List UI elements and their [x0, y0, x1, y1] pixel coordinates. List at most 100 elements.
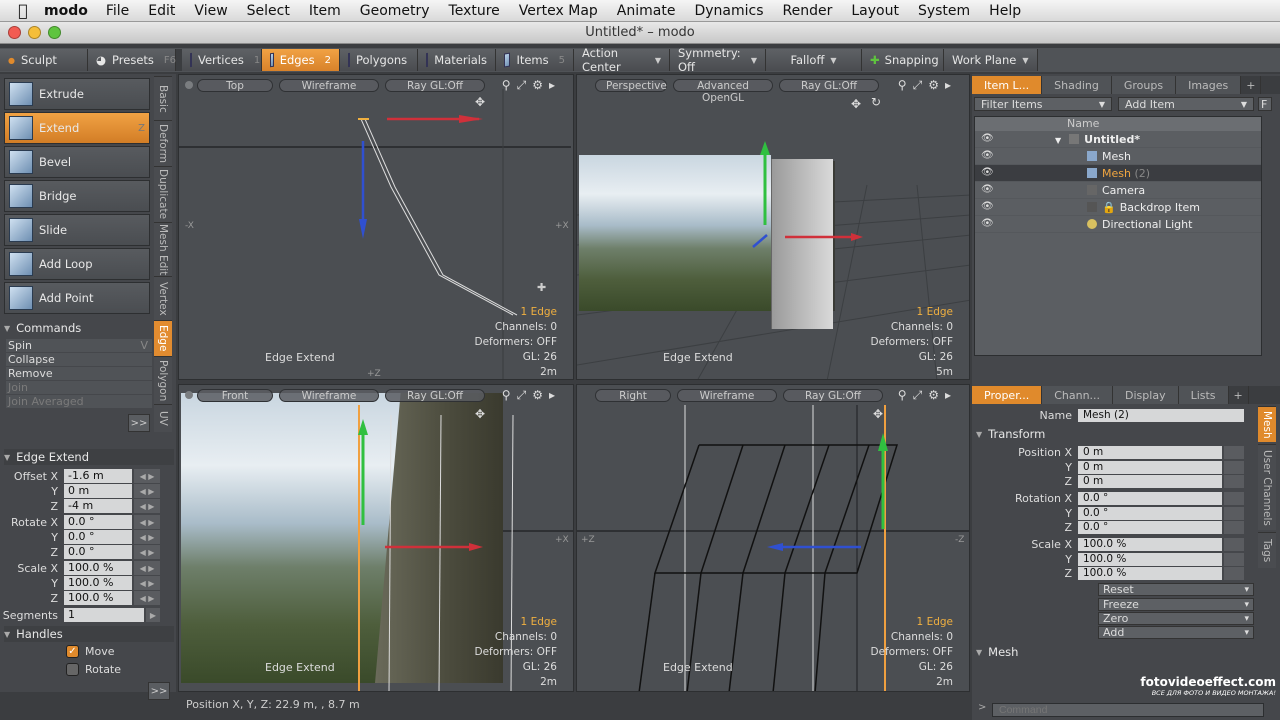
tab-channels[interactable]: Chann... [1042, 386, 1114, 404]
viewport-perspective[interactable]: Perspective Advanced OpenGL Ray GL:Off ⚲… [576, 74, 970, 380]
offset-y-field[interactable]: 0 m [64, 484, 132, 498]
eye-icon[interactable]: 👁 [981, 168, 994, 178]
zero-dropdown[interactable]: Zero [1098, 612, 1254, 625]
eye-icon[interactable]: 👁 [981, 151, 994, 161]
tab-deform[interactable]: Deform [154, 120, 172, 166]
presets-tab[interactable]: ◕ Presets F6 [88, 49, 176, 71]
menu-system[interactable]: System [918, 3, 970, 19]
mesh-section-header[interactable]: ▼ Mesh [976, 644, 1124, 660]
tab-images[interactable]: Images [1176, 76, 1242, 94]
bridge-tool-button[interactable]: Bridge [4, 180, 150, 212]
raygl-dropdown[interactable]: Ray GL:Off [385, 78, 485, 92]
commands-section-header[interactable]: ▼ Commands [4, 320, 152, 336]
spinner-icon[interactable]: ◀ ▶ [134, 576, 160, 590]
move-handle-icon[interactable]: ✥ [873, 407, 883, 421]
menu-file[interactable]: File [106, 3, 129, 19]
tab-mesh-vertical[interactable]: Mesh [1258, 406, 1276, 442]
scale-y-field[interactable]: 100.0 % [64, 576, 132, 590]
rotate-z-field[interactable]: 0.0 ° [64, 545, 132, 559]
menu-edit[interactable]: Edit [148, 3, 175, 19]
menu-layout[interactable]: Layout [851, 3, 899, 19]
add-item-dropdown[interactable]: Add Item ▼ [1118, 97, 1254, 111]
more-properties-button[interactable]: >> [148, 682, 170, 700]
tree-row-backdrop[interactable]: 👁 🔒 Backdrop Item [975, 199, 1261, 216]
tab-basic[interactable]: Basic [154, 76, 172, 120]
scale-x-field[interactable]: 100.0 % [64, 561, 132, 575]
edges-mode-button[interactable]: Edges 2 [262, 49, 340, 71]
items-mode-button[interactable]: Items 5 [496, 49, 574, 71]
rotate-y-field[interactable]: 0.0 ° [64, 530, 132, 544]
shade-dropdown[interactable]: Advanced OpenGL [673, 78, 773, 104]
handles-section-header[interactable]: ▼ Handles [4, 626, 174, 642]
add-tab-button[interactable]: + [1228, 386, 1249, 404]
app-menu[interactable]: modo [44, 3, 88, 19]
tab-vertex[interactable]: Vertex [154, 276, 172, 320]
spinner-icon[interactable] [1224, 506, 1244, 520]
eye-icon[interactable]: 👁 [981, 134, 994, 144]
view-dropdown[interactable]: Top [197, 78, 273, 92]
command-input[interactable] [992, 703, 1264, 717]
rotation-y-field[interactable]: 0.0 ° [1078, 506, 1222, 520]
polygons-mode-button[interactable]: Polygons 3 [340, 49, 424, 71]
move-handle-icon[interactable]: ✥ [851, 97, 861, 111]
shade-dropdown[interactable]: Wireframe [677, 388, 777, 402]
move-handle-icon[interactable]: ✥ [475, 407, 485, 421]
move-handle-checkbox[interactable]: ✓ Move [66, 645, 115, 658]
rotation-z-field[interactable]: 0.0 ° [1078, 520, 1222, 534]
spinner-icon[interactable] [1224, 520, 1244, 534]
spinner-icon[interactable]: ◀ ▶ [134, 591, 160, 605]
symmetry-dropdown[interactable]: Symmetry: Off ▼ [670, 46, 766, 74]
menu-view[interactable]: View [194, 3, 227, 19]
add-loop-tool-button[interactable]: Add Loop [4, 248, 150, 280]
add-point-tool-button[interactable]: Add Point [4, 282, 150, 314]
tab-duplicate[interactable]: Duplicate [154, 166, 172, 222]
spin-command[interactable]: Spin V [6, 339, 152, 353]
remove-command[interactable]: Remove [6, 367, 152, 381]
extend-tool-button[interactable]: Extend Z [4, 112, 150, 144]
tab-tags[interactable]: Tags [1258, 532, 1276, 568]
viewport-right[interactable]: Right Wireframe Ray GL:Off ⚲ ⤢ ⚙ ▸ +Z -Z… [576, 384, 970, 692]
spinner-icon[interactable] [1224, 566, 1244, 580]
spinner-icon[interactable]: ◀ ▶ [134, 484, 160, 498]
filter-f-button[interactable]: F [1258, 97, 1272, 111]
position-x-field[interactable]: 0 m [1078, 445, 1222, 459]
add-tab-button[interactable]: + [1241, 76, 1262, 94]
tab-user-channels[interactable]: User Channels [1258, 444, 1276, 530]
view-dropdown[interactable]: Right [595, 388, 671, 402]
raygl-dropdown[interactable]: Ray GL:Off [783, 388, 883, 402]
spinner-icon[interactable] [1224, 460, 1244, 474]
tab-edge[interactable]: Edge [154, 320, 172, 356]
scale-z-field[interactable]: 100.0 % [1078, 566, 1222, 580]
eye-icon[interactable]: 👁 [981, 219, 994, 229]
slide-tool-button[interactable]: Slide [4, 214, 150, 246]
tree-row-mesh-2[interactable]: 👁 Mesh (2) [975, 165, 1261, 182]
menu-geometry[interactable]: Geometry [360, 3, 430, 19]
spinner-icon[interactable] [1224, 537, 1244, 551]
scale-z-field[interactable]: 100.0 % [64, 591, 132, 605]
tree-row-mesh[interactable]: 👁 Mesh [975, 148, 1261, 165]
rotate-x-field[interactable]: 0.0 ° [64, 515, 132, 529]
bevel-tool-button[interactable]: Bevel [4, 146, 150, 178]
viewport-front[interactable]: Front Wireframe Ray GL:Off ⚲ ⤢ ⚙ ▸ +X ✥ … [178, 384, 574, 692]
tab-properties[interactable]: Proper... [972, 386, 1043, 404]
spinner-icon[interactable]: ◀ ▶ [134, 499, 160, 513]
spinner-icon[interactable]: ◀ ▶ [134, 469, 160, 483]
spinner-icon[interactable] [1224, 552, 1244, 566]
menu-animate[interactable]: Animate [617, 3, 676, 19]
falloff-dropdown[interactable]: Falloff ▼ [766, 49, 862, 71]
collapse-command[interactable]: Collapse [6, 353, 152, 367]
join-command[interactable]: Join [6, 381, 152, 395]
filter-items-dropdown[interactable]: Filter Items ▼ [974, 97, 1112, 111]
rotate-handle-checkbox[interactable]: Rotate [66, 663, 121, 676]
menu-select[interactable]: Select [247, 3, 290, 19]
menu-vertex-map[interactable]: Vertex Map [519, 3, 598, 19]
eye-icon[interactable]: 👁 [981, 202, 994, 212]
offset-z-field[interactable]: -4 m [64, 499, 132, 513]
raygl-dropdown[interactable]: Ray GL:Off [385, 388, 485, 402]
tab-uv[interactable]: UV [154, 404, 172, 432]
spinner-icon[interactable]: ◀ ▶ [134, 561, 160, 575]
lock-icon[interactable]: 🔒 [1102, 201, 1116, 214]
scale-x-field[interactable]: 100.0 % [1078, 537, 1222, 551]
spinner-icon[interactable] [1224, 445, 1244, 459]
shade-dropdown[interactable]: Wireframe [279, 78, 379, 92]
